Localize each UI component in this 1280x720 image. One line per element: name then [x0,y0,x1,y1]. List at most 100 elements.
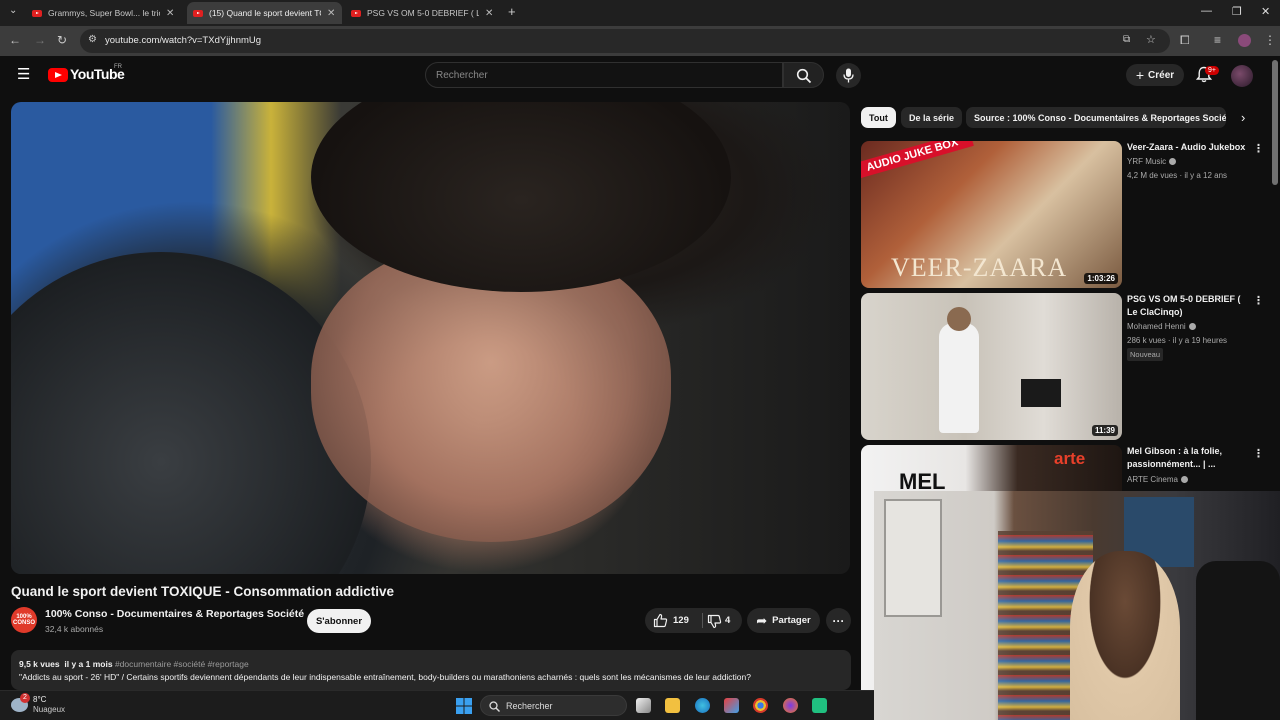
recommendation-menu-icon[interactable]: ⋮ [1253,142,1264,155]
subscribe-button[interactable]: S'abonner [307,609,371,633]
account-avatar[interactable] [1231,65,1253,87]
recommendation-channel[interactable]: ARTE Cinema [1127,475,1188,484]
chrome-browser-icon[interactable] [753,698,768,713]
webcam-window [884,499,942,617]
channel-avatar[interactable]: 100% CONSO [11,607,37,633]
page-scrollbar[interactable] [1272,60,1278,185]
new-badge: Nouveau [1127,348,1164,361]
omnibox[interactable]: ⚙ youtube.com/watch?v=TXdYjjhnmUg ⧉ ☆ [80,29,1170,53]
maximize-icon[interactable]: ❐ [1232,5,1242,18]
weather-temperature[interactable]: 8°C [33,695,46,704]
youtube-favicon-icon [351,9,361,17]
recommendation-menu-icon[interactable]: ⋮ [1253,447,1264,460]
description-box[interactable]: 9,5 k vues il y a 1 mois #documentaire #… [11,650,851,690]
file-explorer-icon[interactable] [665,698,680,713]
plus-icon: + [1135,67,1145,83]
task-view-icon[interactable] [636,698,651,713]
close-tab-icon[interactable]: ✕ [485,8,493,19]
profile-icon[interactable] [1238,34,1251,47]
extensions-icon[interactable]: ⧠ [1180,33,1190,48]
voice-search-button[interactable] [836,63,861,88]
browser-tab-2[interactable]: (15) Quand le sport devient TO ✕ [187,2,342,24]
webcam-overlay [874,491,1280,720]
url-text[interactable]: youtube.com/watch?v=TXdYjjhnmUg [105,35,261,46]
bookmark-star-icon[interactable]: ☆ [1146,33,1156,46]
windows-start-icon[interactable] [456,698,472,714]
tab-label: (15) Quand le sport devient TO [209,8,321,18]
recommendation-menu-icon[interactable]: ⋮ [1253,294,1264,307]
reload-icon[interactable]: ↻ [57,33,67,47]
store-icon[interactable] [724,698,739,713]
title-line: Le ClaCinqo) [1127,307,1183,317]
window-close-icon[interactable]: ✕ [1261,5,1270,18]
close-tab-icon[interactable]: ✕ [166,8,174,19]
weather-alert-badge: 2 [20,693,30,703]
tab-label: PSG VS OM 5-0 DEBRIEF ( Le Cl [367,8,479,18]
recommendation-title[interactable]: PSG VS OM 5-0 DEBRIEF ( Le ClaCinqo) [1127,293,1247,319]
recommendation-channel[interactable]: YRF Music [1127,157,1177,166]
taskbar-search-input[interactable]: Rechercher [480,695,627,716]
browser-tab-3[interactable]: PSG VS OM 5-0 DEBRIEF ( Le Cl ✕ [345,2,501,24]
minimize-icon[interactable]: — [1201,5,1212,17]
youtube-header: ☰ YouTube FR Rechercher + Créer [0,56,1280,96]
edge-browser-icon[interactable] [695,698,710,713]
search-input[interactable]: Rechercher [425,62,783,88]
recommendation-channel[interactable]: Mohamed Henni [1127,322,1196,331]
address-bar-row: ← → ↻ ⚙ youtube.com/watch?v=TXdYjjhnmUg … [0,26,1280,56]
new-tab-icon[interactable]: + [508,4,516,19]
arte-logo: arte [1054,449,1086,468]
forward-icon[interactable]: → [34,33,46,47]
chip-next-icon[interactable]: › [1241,110,1245,125]
recommendation-title[interactable]: Veer-Zaara - Audio Jukebox [1127,141,1247,154]
thumbnail-tv [1021,379,1061,407]
create-button[interactable]: + Créer [1126,64,1184,86]
taskbar-search-label: Rechercher [506,701,553,711]
install-app-icon[interactable]: ⧉ [1123,34,1130,45]
recommendation-thumbnail[interactable]: 11:39 [861,293,1122,440]
browser-tab-1[interactable]: Grammys, Super Bowl... le triom ✕ [26,2,184,24]
thumbs-down-icon[interactable] [707,614,722,629]
subscriber-count: 32,4 k abonnés [45,624,104,634]
title-line: PSG VS OM 5-0 DEBRIEF ( [1127,294,1241,304]
chip-all[interactable]: Tout [861,107,896,128]
hashtags[interactable]: #documentaire #société #reportage [115,659,249,669]
search-icon [489,701,500,712]
youtube-logo-icon[interactable] [48,68,68,82]
browser-menu-icon[interactable]: ⋮ [1264,33,1276,47]
app-icon[interactable] [812,698,827,713]
webcam-person [1070,551,1180,720]
recommendation-thumbnail[interactable]: AUDIO JUKE BOX VEER-ZAARA 1:03:26 [861,141,1122,288]
recommendation-meta: 286 k vues · il y a 19 heures [1127,336,1228,345]
title-line: passionnément... | ... [1127,459,1216,469]
share-button[interactable]: ➦ Partager [747,608,820,633]
weather-condition[interactable]: Nuageux [33,705,65,714]
view-count: 9,5 k vues [19,659,60,669]
site-info-icon[interactable]: ⚙ [88,34,97,45]
title-line: Mel Gibson : à la folie, [1127,446,1223,456]
verified-icon [1169,158,1177,166]
thumbnail-caption: VEER-ZAARA [891,253,1068,282]
more-actions-button[interactable]: ··· [826,608,851,633]
video-frame-hair [311,102,731,292]
back-icon[interactable]: ← [9,33,21,47]
reading-list-icon[interactable]: ≡ [1214,33,1221,47]
firefox-icon[interactable] [783,698,798,713]
tab-list-icon[interactable]: ⌄ [9,5,17,16]
thumbnail-head [947,307,971,331]
chip-series[interactable]: De la série [901,107,963,128]
channel-name[interactable]: 100% Conso - Documentaires & Reportages … [45,608,304,620]
search-icon [796,68,812,84]
video-duration: 1:03:26 [1084,273,1118,284]
verified-icon [1188,323,1196,331]
thumbs-up-icon[interactable] [653,613,668,628]
chip-source[interactable]: Source : 100% Conso - Documentaires & Re… [966,107,1226,128]
hamburger-menu-icon[interactable]: ☰ [17,65,30,83]
recommendation-title[interactable]: Mel Gibson : à la folie, passionnément..… [1127,445,1247,471]
share-arrow-icon: ➦ [756,612,768,628]
video-player[interactable] [11,102,850,574]
close-tab-icon[interactable]: ✕ [327,8,335,19]
search-button[interactable] [783,62,824,88]
verified-icon [1180,476,1188,484]
thumbnail-tag: AUDIO JUKE BOX [861,141,974,180]
region-code: FR [114,64,122,70]
